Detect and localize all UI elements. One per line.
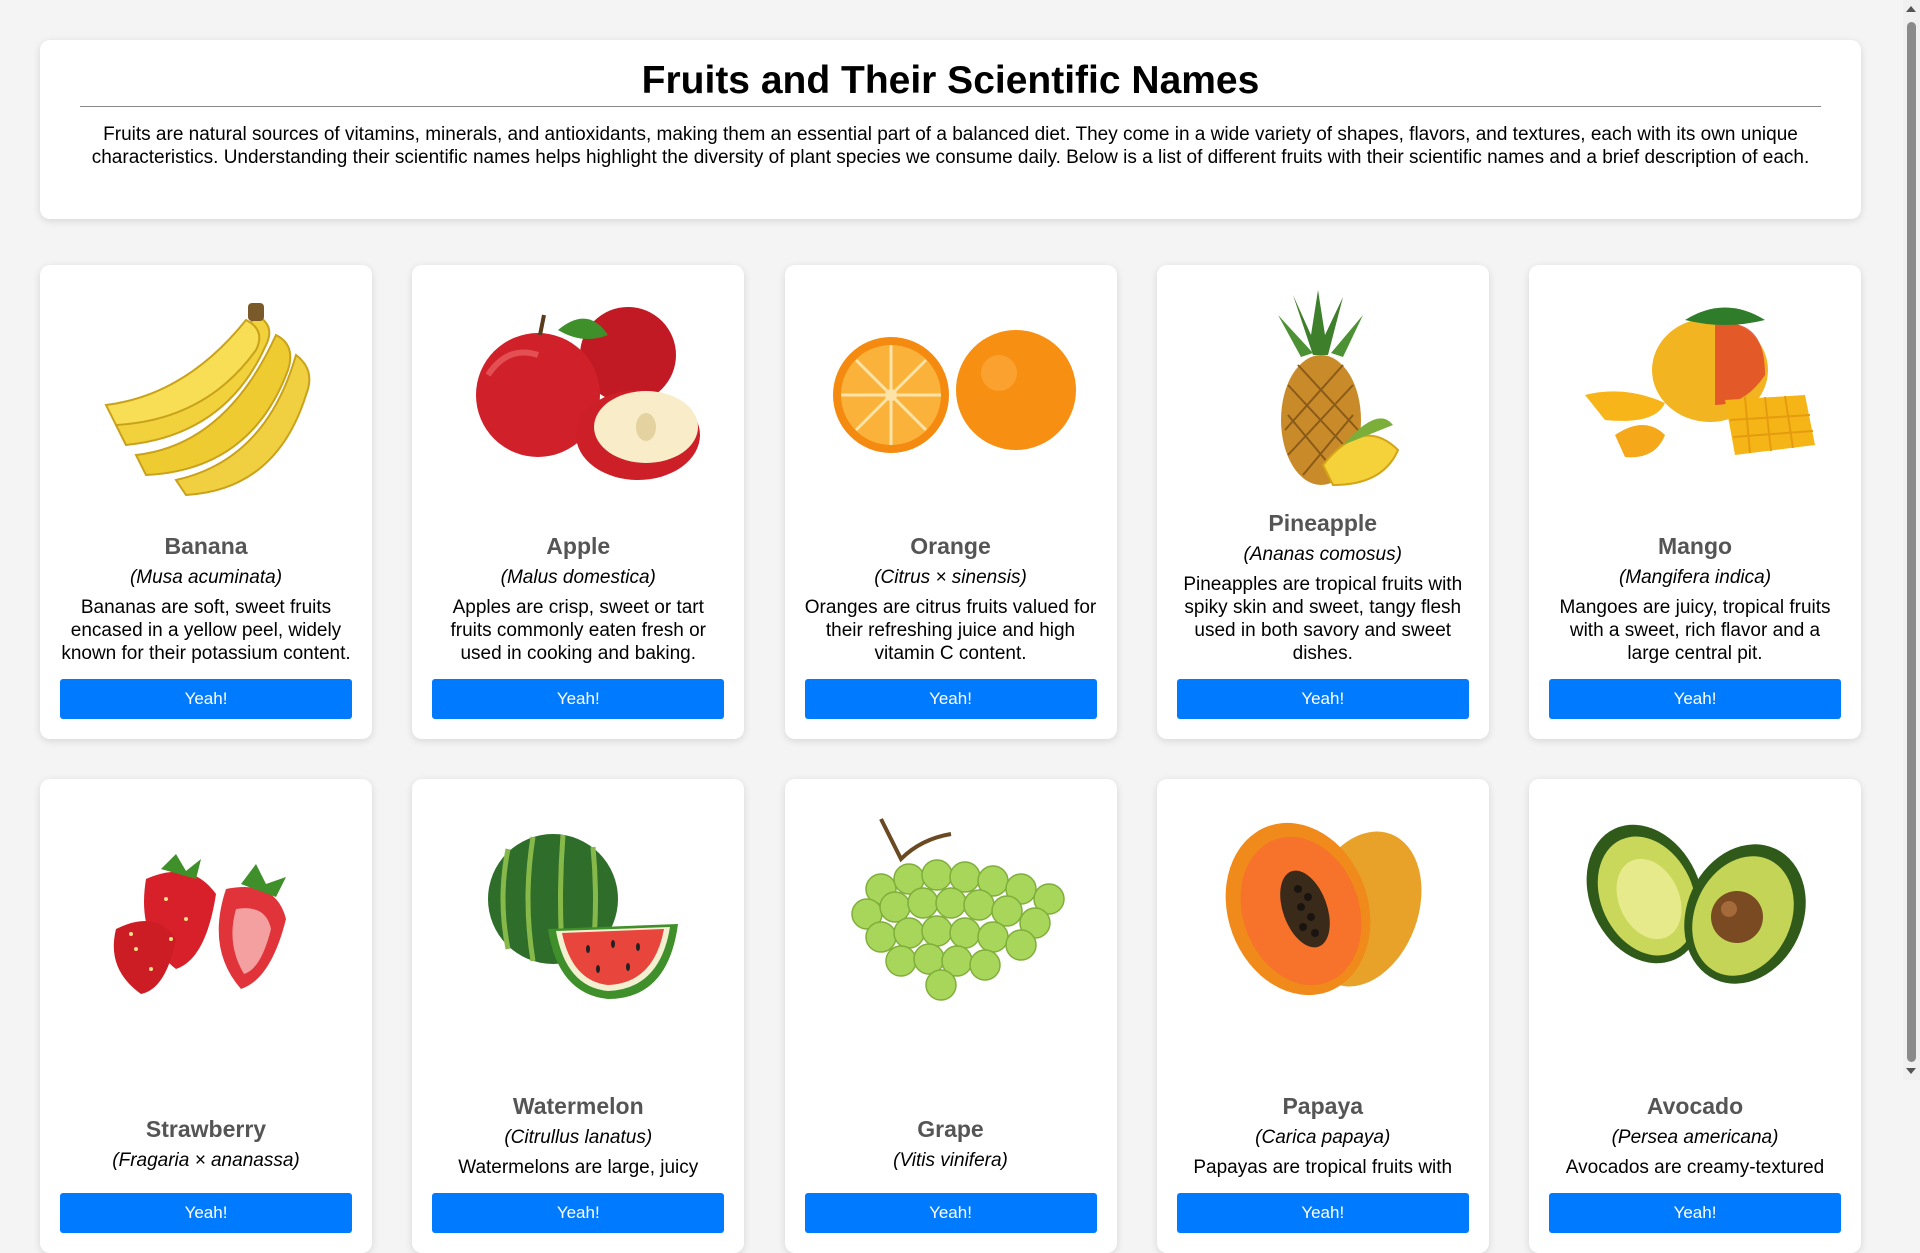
yeah-button[interactable]: Yeah! xyxy=(60,679,352,719)
fruit-name: Avocado xyxy=(1646,1093,1744,1119)
fruit-name: Strawberry xyxy=(145,1116,267,1142)
scrollbar-thumb[interactable] xyxy=(1907,22,1916,1062)
fruit-description: Watermelons are large, juicy xyxy=(458,1157,699,1178)
scroll-up-icon[interactable] xyxy=(1906,6,1916,12)
pineapple-image xyxy=(1277,290,1399,487)
scientific-name: (Musa acuminata) xyxy=(129,567,283,588)
yeah-button[interactable]: Yeah! xyxy=(432,1193,725,1233)
yeah-button[interactable]: Yeah! xyxy=(804,679,1097,719)
header-card: Fruits and Their Scientific Names Fruits… xyxy=(40,40,1861,219)
fruit-description: Mangoes are juicy, tropical fruits with … xyxy=(1559,597,1831,664)
fruit-card-strawberry: Strawberry (Fragaria × ananassa) Yeah! xyxy=(40,779,372,1253)
fruit-description: Apples are crisp, sweet or tart fruits c… xyxy=(450,597,707,664)
fruit-grid: Banana (Musa acuminata) Bananas are soft… xyxy=(40,265,1861,1253)
fruit-card-watermelon: Watermelon (Citrullus lanatus) Watermelo… xyxy=(412,779,745,1253)
fruit-name: Papaya xyxy=(1282,1093,1364,1119)
grape-image xyxy=(850,818,1065,1001)
fruit-name: Orange xyxy=(910,533,991,559)
scientific-name: (Persea americana) xyxy=(1611,1127,1779,1148)
scroll-down-icon[interactable] xyxy=(1906,1068,1916,1074)
scientific-name: (Vitis vinifera) xyxy=(893,1150,1008,1171)
fruit-card-avocado: Avocado (Persea americana) Avocados are … xyxy=(1529,779,1861,1253)
fruit-card-mango: Mango (Mangifera indica) Mangoes are jui… xyxy=(1529,265,1861,739)
scientific-name: (Malus domestica) xyxy=(500,567,656,588)
fruit-name: Pineapple xyxy=(1268,510,1378,536)
yeah-button[interactable]: Yeah! xyxy=(432,679,725,719)
fruit-card-apple: Apple (Malus domestica) Apples are crisp… xyxy=(412,265,745,739)
scientific-name: (Mangifera indica) xyxy=(1618,567,1772,588)
fruit-description: Bananas are soft, sweet fruits encased i… xyxy=(61,597,351,664)
yeah-button[interactable]: Yeah! xyxy=(804,1193,1097,1233)
fruit-description: Oranges are citrus fruits valued for the… xyxy=(804,597,1097,664)
page-title: Fruits and Their Scientific Names xyxy=(80,58,1821,107)
mango-image xyxy=(1585,307,1815,458)
fruit-name: Apple xyxy=(546,533,611,559)
watermelon-image xyxy=(488,834,679,999)
fruit-card-banana: Banana (Musa acuminata) Bananas are soft… xyxy=(40,265,372,739)
yeah-button[interactable]: Yeah! xyxy=(1549,679,1841,719)
apple-image xyxy=(476,307,701,480)
fruit-card-pineapple: Pineapple (Ananas comosus) Pineapples ar… xyxy=(1156,265,1489,739)
fruit-description: Papayas are tropical fruits with xyxy=(1193,1157,1453,1178)
fruit-card-orange: Orange (Citrus × sinensis) Oranges are c… xyxy=(784,265,1117,739)
fruit-description: Avocados are creamy-textured xyxy=(1565,1157,1825,1178)
orange-image xyxy=(832,330,1076,453)
fruit-name: Mango xyxy=(1657,533,1733,559)
yeah-button[interactable]: Yeah! xyxy=(60,1193,352,1233)
scientific-name: (Citrullus lanatus) xyxy=(504,1127,653,1148)
scientific-name: (Carica papaya) xyxy=(1255,1127,1391,1148)
fruit-name: Grape xyxy=(917,1116,984,1142)
intro-text: Fruits are natural sources of vitamins, … xyxy=(91,124,1810,168)
avocado-image xyxy=(1586,824,1806,984)
yeah-button[interactable]: Yeah! xyxy=(1176,679,1469,719)
papaya-image xyxy=(1225,822,1422,996)
yeah-button[interactable]: Yeah! xyxy=(1549,1193,1841,1233)
scientific-name: (Fragaria × ananassa) xyxy=(112,1150,300,1171)
fruit-card-grape: Grape (Vitis vinifera) Yeah! xyxy=(784,779,1117,1253)
fruit-name: Banana xyxy=(164,533,248,559)
fruit-card-papaya: Papaya (Carica papaya) Papayas are tropi… xyxy=(1156,779,1489,1253)
scientific-name: (Citrus × sinensis) xyxy=(874,567,1027,588)
fruit-description: Pineapples are tropical fruits with spik… xyxy=(1183,574,1463,664)
fruit-name: Watermelon xyxy=(512,1093,644,1119)
yeah-button[interactable]: Yeah! xyxy=(1176,1193,1469,1233)
strawberry-image xyxy=(113,854,286,994)
page-scrollbar[interactable] xyxy=(1903,0,1920,1080)
banana-image xyxy=(104,303,311,497)
scientific-name: (Ananas comosus) xyxy=(1243,544,1402,565)
